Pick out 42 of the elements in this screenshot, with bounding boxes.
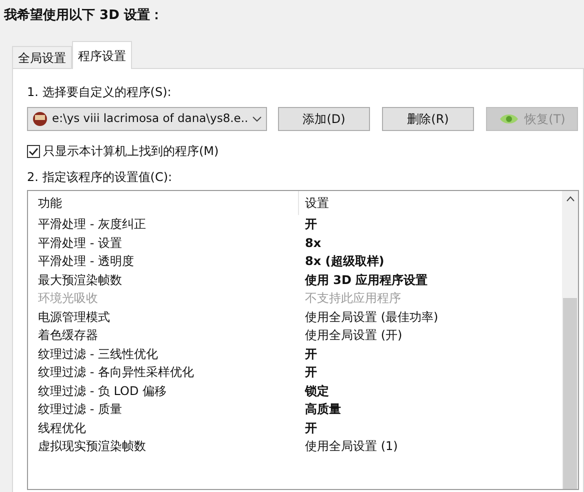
feature-cell[interactable]: 纹理过滤 - 三线性优化 (28, 344, 299, 363)
setting-cell[interactable]: 开 (299, 418, 317, 437)
column-header[interactable]: 设置 (299, 194, 329, 212)
feature-cell[interactable]: 线程优化 (28, 418, 299, 437)
checkbox[interactable] (27, 144, 40, 158)
caret-icon (252, 116, 262, 122)
setting-cell[interactable]: 使用全局设置 (1) (299, 437, 398, 456)
setting-cell[interactable]: 8x (299, 234, 322, 252)
column-header[interactable]: 功能 (28, 191, 299, 215)
setting-cell[interactable]: 使用全局设置 (开) (299, 326, 402, 344)
app-icon (32, 111, 48, 127)
feature-cell[interactable]: 电源管理模式 (28, 308, 299, 326)
step-label: 1. 选择要自定义的程序(S): (27, 85, 172, 99)
scroll-thumb[interactable] (563, 298, 577, 489)
setting-cell[interactable]: 使用 3D 应用程序设置 (299, 270, 428, 289)
feature-cell[interactable]: 虚拟现实预渲染帧数 (28, 437, 299, 456)
scrollbar[interactable] (562, 191, 578, 489)
feature-cell[interactable]: 纹理过滤 - 质量 (28, 400, 299, 418)
eye-logo-icon (498, 112, 519, 126)
setting-cell[interactable]: 开 (299, 363, 317, 382)
setting-cell[interactable]: 8x (超级取样) (299, 252, 384, 270)
feature-cell[interactable]: 着色缓存器 (28, 326, 299, 344)
setting-cell[interactable]: 锁定 (299, 382, 329, 400)
tab[interactable]: 程序设置 (72, 41, 132, 69)
step-label: 2. 指定该程序的设置值(C): (27, 170, 172, 184)
setting-cell[interactable]: 开 (299, 215, 317, 234)
action-button[interactable]: 删除(R) (382, 107, 474, 131)
program-dropdown[interactable]: e:\ys viii lacrimosa of dana\ys8.e... (27, 107, 267, 131)
feature-cell[interactable]: 最大预渲染帧数 (28, 270, 299, 289)
feature-cell[interactable]: 平滑处理 - 设置 (28, 234, 299, 252)
setting-cell[interactable]: 高质量 (299, 400, 341, 418)
action-button[interactable]: 添加(D) (278, 107, 370, 131)
feature-cell[interactable]: 纹理过滤 - 负 LOD 偏移 (28, 382, 299, 400)
checkbox-label: 只显示本计算机上找到的程序(M) (43, 143, 219, 160)
feature-cell[interactable]: 平滑处理 - 透明度 (28, 252, 299, 270)
feature-cell[interactable]: 纹理过滤 - 各向异性采样优化 (28, 363, 299, 382)
page-heading: 我希望使用以下 3D 设置： (4, 8, 163, 23)
tab[interactable]: 全局设置 (12, 46, 72, 68)
scroll-up-icon[interactable] (566, 196, 574, 202)
feature-cell[interactable]: 平滑处理 - 灰度纠正 (28, 215, 299, 234)
setting-cell[interactable]: 使用全局设置 (最佳功率) (299, 308, 438, 326)
setting-cell[interactable]: 开 (299, 344, 317, 363)
